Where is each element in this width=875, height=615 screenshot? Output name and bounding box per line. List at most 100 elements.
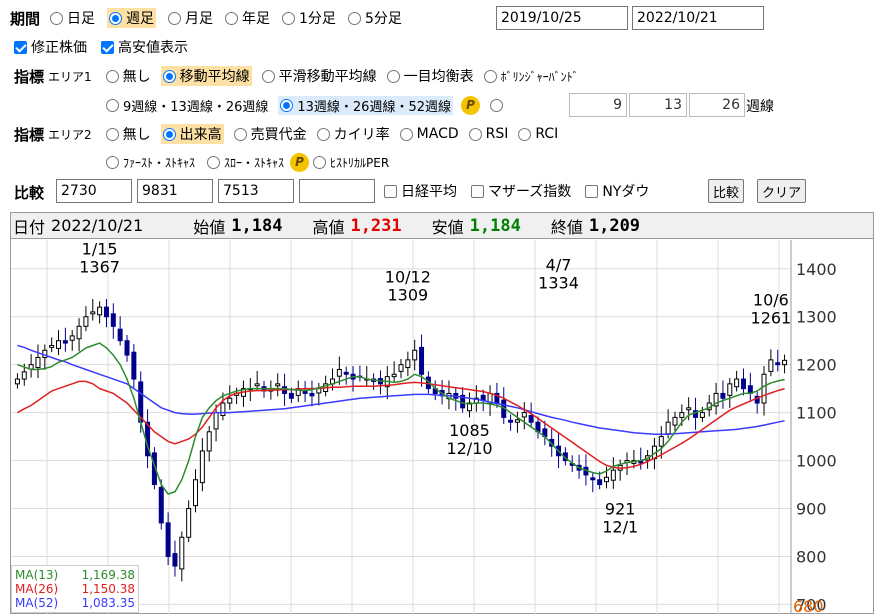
radio-ind2-rci[interactable]: [518, 127, 532, 141]
radio-ind1-ichimoku[interactable]: [386, 69, 400, 83]
adjusted-price-checkbox[interactable]: [14, 40, 27, 54]
ma-custom-3-input[interactable]: [689, 93, 745, 117]
radio-ind2-fast-stoch[interactable]: [106, 155, 119, 169]
radio-weekly[interactable]: [109, 11, 123, 25]
ma-set-row: 9週線・13週線・26週線 13週線・26週線・52週線 P: [106, 93, 503, 117]
ind2-option-none[interactable]: 無し: [105, 124, 151, 144]
ind2-option-value[interactable]: 売買代金: [233, 124, 307, 144]
date-to-input[interactable]: [632, 6, 764, 30]
ind2-option-slow-stoch[interactable]: ｽﾛｰ・ｽﾄｷｬｽ: [207, 154, 284, 171]
period-option-daily[interactable]: 日足: [50, 8, 95, 28]
mothers-checkbox[interactable]: [471, 184, 484, 198]
radio-ind2-rsi[interactable]: [468, 127, 482, 141]
candle-body: [590, 477, 596, 481]
radio-ma-custom[interactable]: [490, 98, 503, 112]
compare-code-4-input[interactable]: [299, 179, 375, 203]
radio-1min[interactable]: [282, 11, 296, 25]
candle-body: [103, 306, 109, 318]
nikkei-checkbox[interactable]: [384, 184, 397, 198]
high-low-option[interactable]: 高安値表示: [101, 37, 188, 57]
candle-body: [720, 392, 726, 399]
ma-set-9-13-26[interactable]: 9週線・13週線・26週線: [106, 96, 268, 115]
high-low-annotation: 10/12: [385, 267, 431, 286]
ind2-option-hist-per[interactable]: ﾋｽﾄﾘｶﾙPER: [313, 154, 389, 171]
radio-ind2-hist-per[interactable]: [313, 155, 327, 169]
ind1-option-none[interactable]: 無し: [105, 66, 151, 86]
period-option-yearly[interactable]: 年足: [225, 8, 270, 28]
radio-monthly[interactable]: [168, 11, 182, 25]
candle-body: [227, 397, 233, 404]
ind1-option-label: 無し: [122, 69, 151, 85]
ind1-option-bollinger[interactable]: ﾎﾞﾘﾝｼﾞｬｰﾊﾞﾝﾄﾞ: [483, 68, 579, 85]
radio-5min[interactable]: [347, 11, 361, 25]
candle-body: [206, 431, 212, 452]
radio-ind2-macd[interactable]: [399, 127, 413, 141]
radio-ind1-ema[interactable]: [261, 69, 275, 83]
period-option-1min[interactable]: 1分足: [282, 8, 336, 28]
compare-code-3-input[interactable]: [218, 179, 294, 203]
ind1-option-ichimoku[interactable]: 一目均衡表: [386, 66, 474, 86]
nydow-checkbox[interactable]: [585, 184, 599, 198]
radio-ind1-bollinger[interactable]: [483, 69, 497, 83]
legend-ma26-label: MA(26): [15, 582, 59, 596]
candle-body: [131, 351, 137, 380]
period-option-weekly[interactable]: 週足: [107, 8, 157, 28]
radio-ind2-slow-stoch[interactable]: [207, 155, 221, 169]
compare-check-label: 日経平均: [401, 184, 457, 200]
high-label: 高値: [312, 217, 345, 237]
ma-custom-2-input[interactable]: [629, 93, 687, 117]
radio-ind2-value[interactable]: [233, 127, 247, 141]
date-from-input[interactable]: [496, 6, 628, 30]
compare-label: 比較: [14, 184, 45, 202]
price-chart[interactable]: 日付 2022/10/21 始値 1,184 高値 1,231 安値 1,184…: [10, 212, 874, 614]
high-low-checkbox[interactable]: [101, 40, 114, 54]
candle-body: [14, 378, 20, 385]
candle-body: [610, 469, 616, 481]
adjusted-price-option[interactable]: 修正株価: [14, 37, 87, 57]
compare-nikkei-option[interactable]: 日経平均: [384, 181, 457, 201]
radio-ind2-deviation[interactable]: [316, 127, 330, 141]
open-value: 1,184: [231, 215, 283, 236]
radio-ind2-none[interactable]: [105, 127, 119, 141]
compare-nydow-option[interactable]: NYダウ: [585, 181, 649, 201]
high-low-annotation: 10/6: [753, 290, 789, 309]
candle-body: [199, 450, 205, 484]
period-row: 期間 日足 週足 月足 年足 1分足 5分足: [10, 6, 402, 30]
high-value: 1,231: [350, 215, 402, 236]
ma-custom-1-input[interactable]: [569, 93, 627, 117]
compare-code-2-input[interactable]: [137, 179, 213, 203]
ind1-option-ema[interactable]: 平滑移動平均線: [261, 66, 377, 86]
legend-ma13-label: MA(13): [15, 568, 59, 582]
indicator2-row: 指標 エリア2 無し 出来高 売買代金 カイリ率 MACD RSI RCI: [14, 122, 558, 146]
ma-set-13-26-52[interactable]: 13週線・26週線・52週線: [278, 95, 453, 115]
radio-ma-set-1[interactable]: [106, 98, 119, 112]
radio-yearly[interactable]: [225, 11, 239, 25]
ind2-option-fast-stoch[interactable]: ﾌｧｰｽﾄ・ｽﾄｷｬｽ: [106, 154, 195, 171]
radio-ind2-volume[interactable]: [162, 127, 176, 141]
ind2-option-macd[interactable]: MACD: [399, 126, 459, 142]
ma-set-label: 9週線・13週線・26週線: [123, 99, 269, 115]
candle-body: [56, 340, 62, 349]
compare-button[interactable]: 比較: [708, 179, 745, 203]
clear-button[interactable]: クリア: [757, 179, 807, 203]
compare-code-1-input[interactable]: [56, 179, 132, 203]
candle-body: [186, 508, 192, 538]
radio-ind1-none[interactable]: [105, 69, 119, 83]
high-low-annotation: 4/7: [546, 255, 572, 274]
ind2-option-volume[interactable]: 出来高: [160, 124, 224, 144]
radio-ma-set-2[interactable]: [280, 98, 294, 112]
radio-daily[interactable]: [50, 11, 64, 25]
high-low-annotation: 12/10: [446, 439, 492, 458]
radio-ind1-ma[interactable]: [162, 69, 176, 83]
candle-body: [398, 364, 404, 372]
candle-body: [419, 346, 425, 375]
period-option-5min[interactable]: 5分足: [347, 8, 402, 28]
period-option-monthly[interactable]: 月足: [168, 8, 213, 28]
ind2-option-rsi[interactable]: RSI: [468, 126, 508, 142]
candle-body: [679, 412, 685, 418]
ind2-option-deviation[interactable]: カイリ率: [316, 124, 390, 144]
compare-mothers-option[interactable]: マザーズ指数: [471, 181, 571, 201]
ind2-option-label: 出来高: [179, 127, 222, 143]
ind2-option-rci[interactable]: RCI: [518, 126, 558, 142]
ind1-option-ma[interactable]: 移動平均線: [160, 66, 252, 86]
